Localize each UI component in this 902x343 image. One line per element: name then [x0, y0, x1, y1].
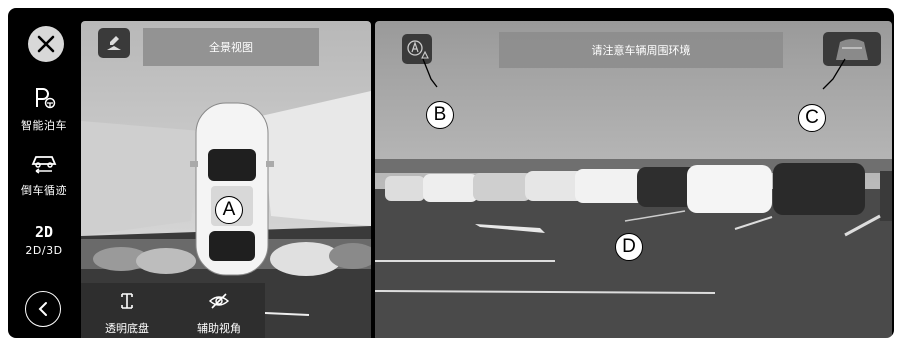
smart-parking-button[interactable]: 智能泊车	[8, 86, 80, 133]
view-mode-value: 2D	[34, 223, 54, 241]
smart-parking-label: 智能泊车	[21, 119, 67, 132]
callout-d: D	[615, 233, 643, 261]
reverse-trace-icon	[31, 156, 57, 174]
camera-screen: 智能泊车 倒车循迹 2D 2D/3D 全景视图 A 透明底盘 辅助视角 请注意车…	[8, 8, 894, 338]
person-view-icon	[107, 36, 121, 50]
chevron-left-icon	[38, 302, 47, 316]
rear-camera-panel: 请注意车辆周围环境 B C D	[375, 21, 892, 338]
callout-c: C	[798, 104, 826, 132]
view-2d3d-button[interactable]: 2D 2D/3D	[8, 223, 80, 257]
view-mode-label: 2D/3D	[25, 244, 63, 257]
back-button[interactable]	[25, 291, 61, 327]
reverse-trace-button[interactable]: 倒车循迹	[8, 151, 80, 198]
transparent-chassis-label: 透明底盘	[105, 322, 149, 335]
eye-off-icon	[208, 293, 230, 309]
reverse-trace-label: 倒车循迹	[21, 184, 67, 197]
close-button[interactable]	[28, 26, 64, 62]
transparent-chassis-icon	[121, 293, 133, 309]
bottom-menu: 透明底盘 辅助视角	[81, 283, 265, 338]
transparent-chassis-button[interactable]: 透明底盘	[81, 291, 173, 336]
parking-icon	[36, 88, 56, 109]
surround-view-panel: 全景视图 A 透明底盘 辅助视角	[81, 21, 371, 338]
surround-view-title: 全景视图	[143, 28, 319, 66]
callout-lines	[422, 58, 846, 90]
assist-view-button[interactable]: 辅助视角	[173, 291, 265, 336]
callout-b: B	[426, 101, 454, 129]
view-toggle-button[interactable]	[98, 28, 130, 58]
close-icon	[37, 35, 55, 53]
callout-a: A	[215, 196, 243, 224]
assist-view-label: 辅助视角	[197, 322, 241, 335]
